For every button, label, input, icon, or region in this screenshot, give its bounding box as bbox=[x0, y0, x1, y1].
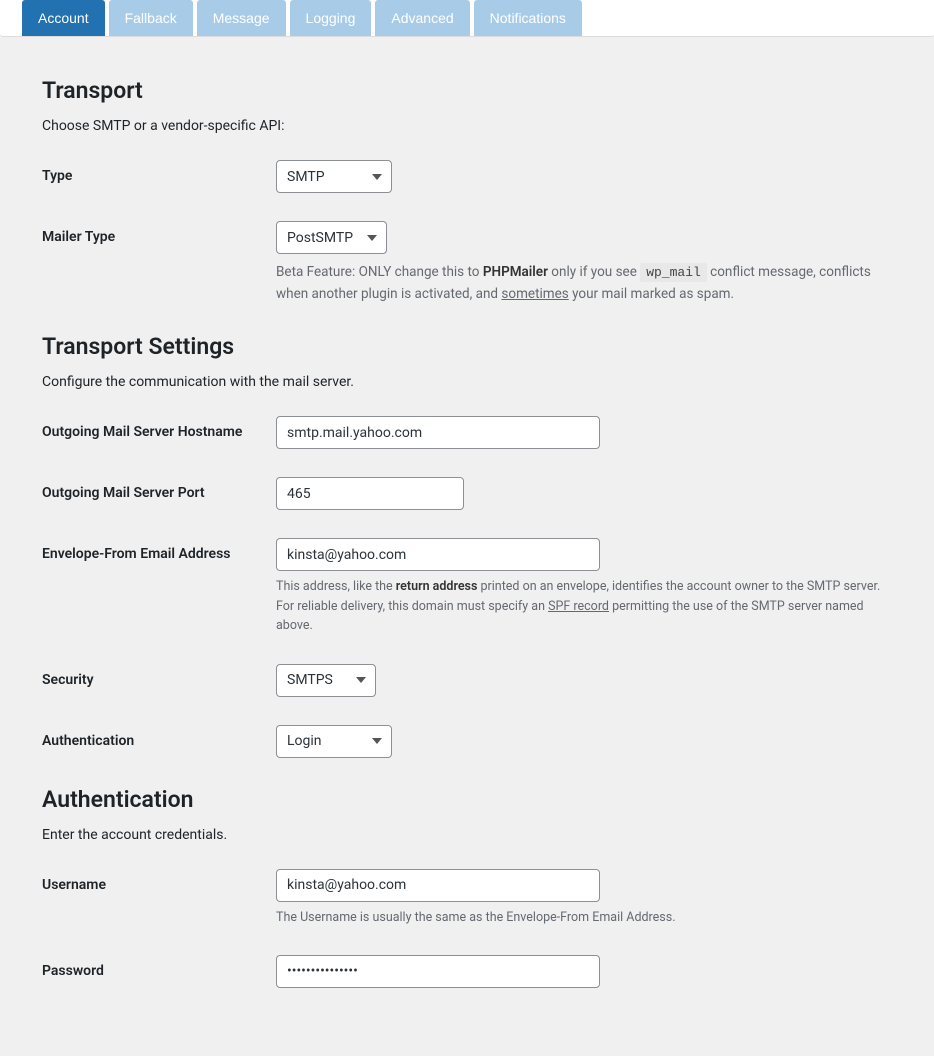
username-help: The Username is usually the same as the … bbox=[276, 908, 886, 927]
tab-bar: Account Fallback Message Logging Advance… bbox=[0, 0, 934, 37]
transport-settings-title: Transport Settings bbox=[42, 333, 892, 360]
authentication-select[interactable]: Login bbox=[276, 725, 392, 758]
hostname-label: Outgoing Mail Server Hostname bbox=[42, 416, 276, 442]
tab-fallback[interactable]: Fallback bbox=[109, 0, 193, 36]
transport-desc: Choose SMTP or a vendor-specific API: bbox=[42, 118, 892, 134]
tab-advanced[interactable]: Advanced bbox=[375, 0, 469, 36]
tab-logging[interactable]: Logging bbox=[290, 0, 372, 36]
tab-notifications[interactable]: Notifications bbox=[474, 0, 582, 36]
tab-account[interactable]: Account bbox=[22, 0, 105, 36]
authentication-desc: Enter the account credentials. bbox=[42, 827, 892, 843]
type-select[interactable]: SMTP bbox=[276, 160, 392, 193]
spf-record-link[interactable]: SPF record bbox=[548, 599, 609, 614]
tab-message[interactable]: Message bbox=[197, 0, 286, 36]
password-label: Password bbox=[42, 955, 276, 981]
username-input[interactable] bbox=[276, 869, 600, 902]
authentication-title: Authentication bbox=[42, 786, 892, 813]
envelope-help: This address, like the return address pr… bbox=[276, 577, 886, 635]
mailer-type-help: Beta Feature: ONLY change this to PHPMai… bbox=[276, 262, 886, 305]
mailer-type-select[interactable]: PostSMTP bbox=[276, 221, 387, 254]
mailer-type-label: Mailer Type bbox=[42, 221, 276, 247]
port-label: Outgoing Mail Server Port bbox=[42, 477, 276, 503]
port-input[interactable] bbox=[276, 477, 464, 510]
password-input[interactable] bbox=[276, 955, 600, 988]
envelope-input[interactable] bbox=[276, 538, 600, 571]
security-select[interactable]: SMTPS bbox=[276, 664, 376, 697]
security-label: Security bbox=[42, 664, 276, 690]
sometimes-link[interactable]: sometimes bbox=[501, 286, 568, 302]
hostname-input[interactable] bbox=[276, 416, 600, 449]
username-label: Username bbox=[42, 869, 276, 895]
transport-title: Transport bbox=[42, 77, 892, 104]
type-label: Type bbox=[42, 160, 276, 186]
authentication-field-label: Authentication bbox=[42, 725, 276, 751]
transport-settings-desc: Configure the communication with the mai… bbox=[42, 374, 892, 390]
envelope-label: Envelope-From Email Address bbox=[42, 538, 276, 564]
